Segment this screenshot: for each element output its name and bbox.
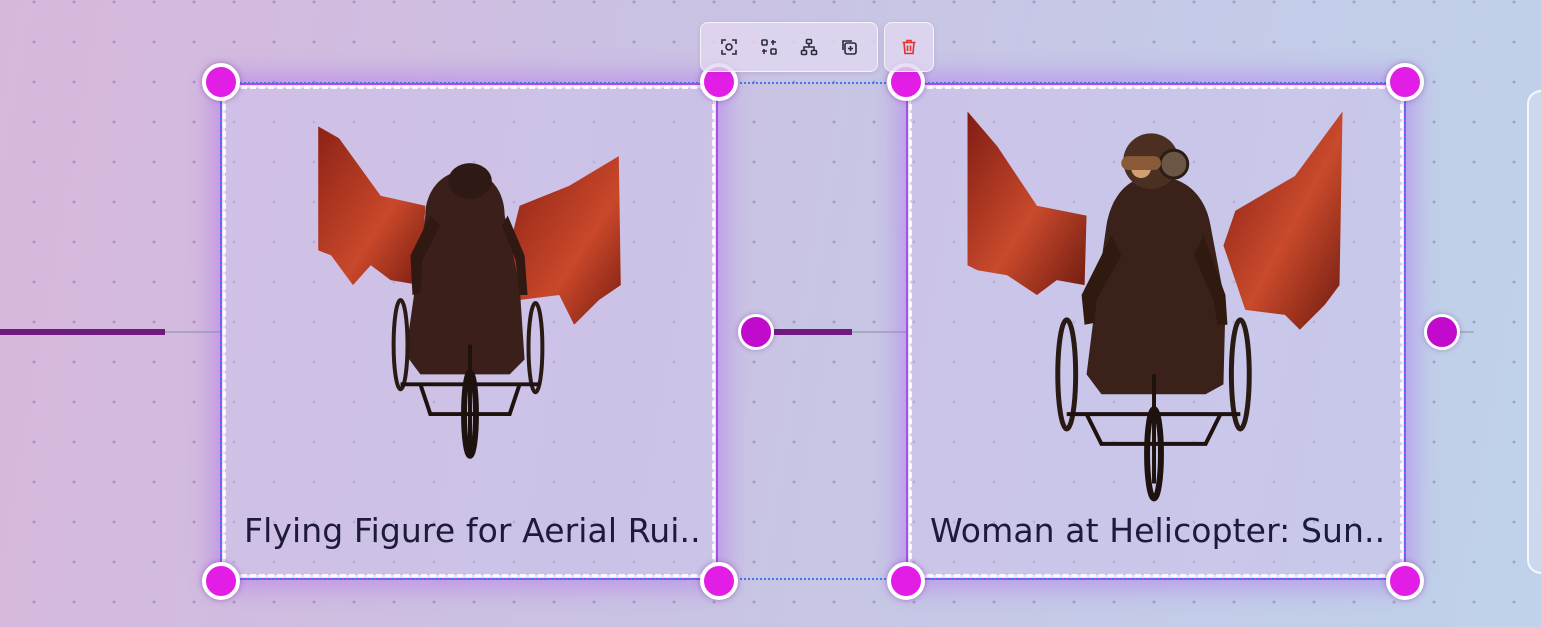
regroup-icon (761, 39, 777, 55)
output-port[interactable] (738, 314, 774, 350)
focus-frame-icon (721, 39, 737, 55)
duplicate-button[interactable] (829, 27, 869, 67)
side-panel-edge[interactable] (1527, 90, 1541, 574)
trash-icon (902, 39, 916, 55)
toolbar-delete-group (884, 22, 934, 72)
toolbar-actions-group (700, 22, 878, 72)
node-title: Woman at Helicopter: Sun... (930, 511, 1386, 550)
winged-tricycle-rider-image (318, 126, 621, 459)
image-node-2[interactable]: Woman at Helicopter: Sun... (906, 83, 1406, 580)
regroup-button[interactable] (749, 27, 789, 67)
resize-handle-top-right[interactable] (1386, 63, 1424, 101)
focus-frame-button[interactable] (709, 27, 749, 67)
selection-toolbar (700, 22, 934, 72)
image-node-1[interactable]: Flying Figure for Aerial Rui... (220, 83, 718, 580)
hierarchy-icon (800, 38, 818, 56)
resize-handle-bottom-right[interactable] (700, 562, 738, 600)
incoming-edge-active[interactable] (0, 329, 165, 335)
resize-handle-bottom-right[interactable] (1386, 562, 1424, 600)
connecting-edge-active[interactable] (774, 329, 852, 335)
outgoing-edge[interactable] (1460, 331, 1474, 333)
node-title: Flying Figure for Aerial Rui... (244, 511, 698, 550)
resize-handle-bottom-left[interactable] (887, 562, 925, 600)
hierarchy-button[interactable] (789, 27, 829, 67)
duplicate-icon (842, 40, 857, 55)
aviator-winged-tricycle-image (967, 111, 1343, 502)
output-port[interactable] (1424, 314, 1460, 350)
connecting-edge[interactable] (852, 331, 908, 333)
delete-button[interactable] (889, 27, 929, 67)
incoming-edge[interactable] (165, 331, 221, 333)
resize-handle-top-left[interactable] (202, 63, 240, 101)
resize-handle-bottom-left[interactable] (202, 562, 240, 600)
